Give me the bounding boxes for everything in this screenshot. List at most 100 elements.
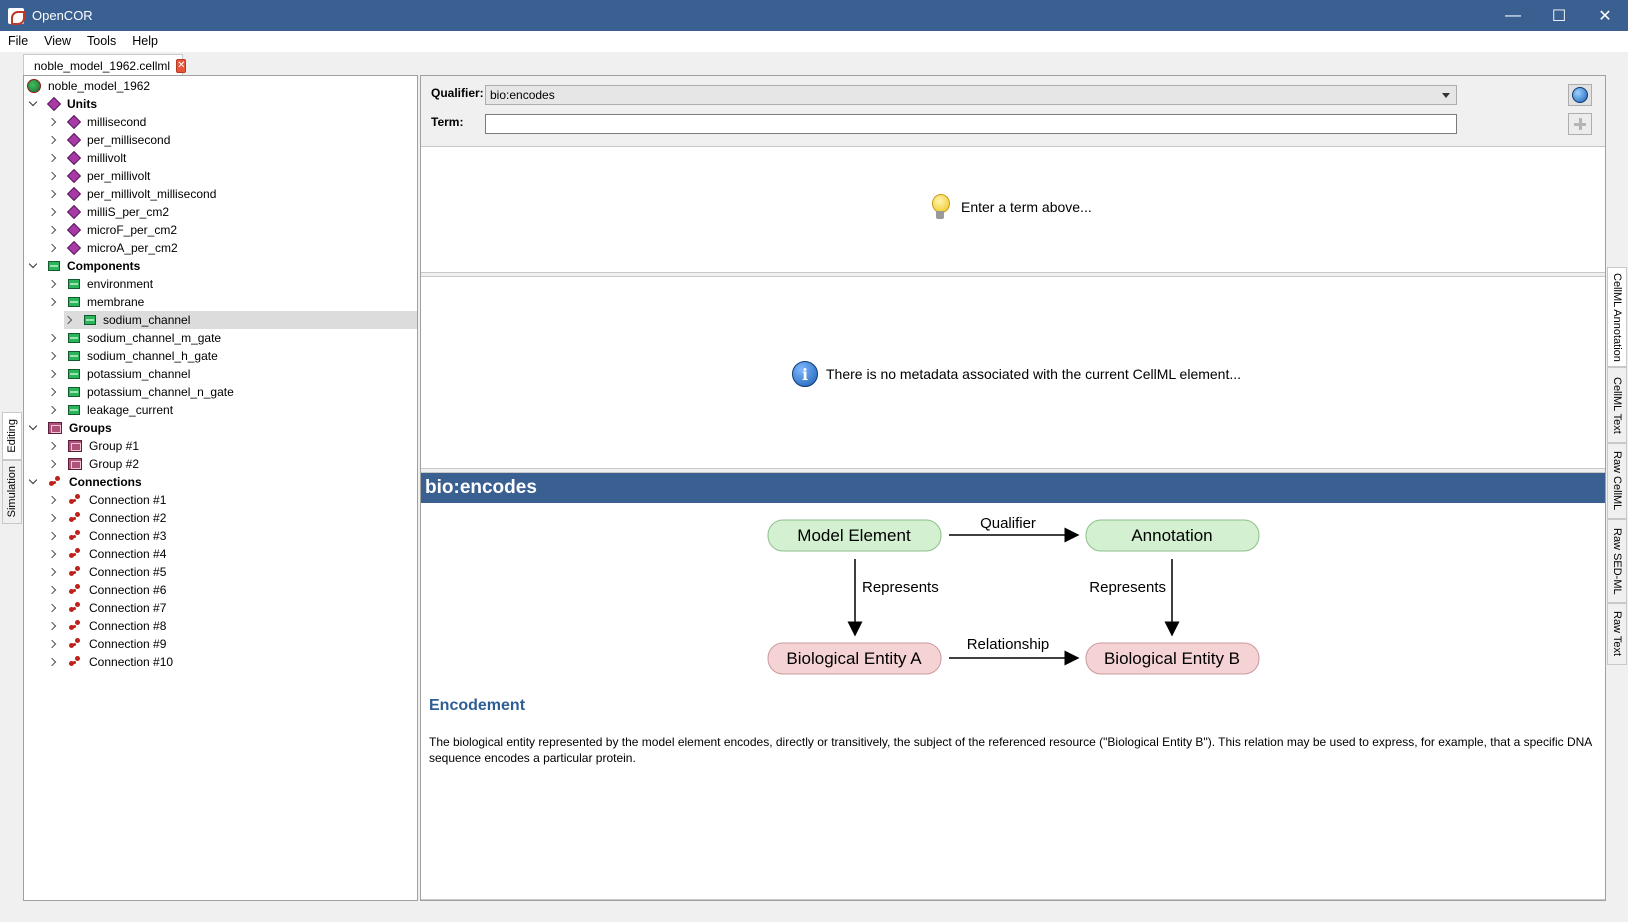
node-entity-b-label: Biological Entity B	[1104, 649, 1240, 668]
tree-item-connection[interactable]: Connection #10	[24, 653, 417, 671]
tree-item-label: Group #2	[89, 457, 140, 471]
chevron-right-icon[interactable]	[48, 153, 58, 163]
file-tab[interactable]: noble_model_1962.cellml ✕	[23, 54, 187, 76]
qualifier-select[interactable]: bio:encodes	[485, 85, 1457, 105]
menu-tools[interactable]: Tools	[79, 31, 124, 52]
tree-root-model[interactable]: noble_model_1962	[24, 77, 417, 95]
tree-section-connections[interactable]: Connections	[24, 473, 417, 491]
tab-simulation[interactable]: Simulation	[2, 460, 22, 524]
component-icon	[68, 297, 80, 307]
chevron-right-icon[interactable]	[48, 639, 58, 649]
tab-raw-text[interactable]: Raw Text	[1607, 603, 1627, 665]
tab-cellml-text[interactable]: CellML Text	[1607, 367, 1627, 443]
chevron-right-icon[interactable]	[48, 459, 58, 469]
lightbulb-icon	[931, 194, 950, 220]
menu-view[interactable]: View	[36, 31, 79, 52]
tree-item-label: per_millisecond	[87, 133, 171, 147]
tree-section-units[interactable]: Units	[24, 95, 417, 113]
chevron-right-icon[interactable]	[48, 351, 58, 361]
tree-item-unit[interactable]: millisecond	[24, 113, 417, 131]
term-hint: Enter a term above...	[931, 194, 1092, 220]
tab-raw-sedml[interactable]: Raw SED-ML	[1607, 519, 1627, 603]
chevron-right-icon[interactable]	[48, 171, 58, 181]
chevron-right-icon[interactable]	[48, 297, 58, 307]
chevron-right-icon[interactable]	[48, 117, 58, 127]
chevron-right-icon[interactable]	[48, 135, 58, 145]
group-icon	[68, 440, 82, 452]
tree-item-component[interactable]: potassium_channel_n_gate	[24, 383, 417, 401]
tree-item-connection[interactable]: Connection #5	[24, 563, 417, 581]
chevron-down-icon[interactable]	[28, 261, 38, 271]
tree-item-component[interactable]: sodium_channel_h_gate	[24, 347, 417, 365]
chevron-right-icon[interactable]	[48, 585, 58, 595]
close-button[interactable]: ✕	[1582, 0, 1628, 31]
tree-item-connection[interactable]: Connection #8	[24, 617, 417, 635]
tree-item-connection[interactable]: Connection #1	[24, 491, 417, 509]
tree-item-label: microF_per_cm2	[87, 223, 178, 237]
chevron-right-icon[interactable]	[48, 207, 58, 217]
chevron-right-icon[interactable]	[48, 621, 58, 631]
menu-help[interactable]: Help	[124, 31, 166, 52]
menu-file[interactable]: File	[0, 31, 36, 52]
tree-item-group[interactable]: Group #2	[24, 455, 417, 473]
chevron-right-icon[interactable]	[48, 405, 58, 415]
chevron-right-icon[interactable]	[48, 279, 58, 289]
tree-item-component[interactable]: potassium_channel	[24, 365, 417, 383]
tab-cellml-annotation[interactable]: CellML Annotation	[1607, 267, 1627, 367]
tree-item-connection[interactable]: Connection #2	[24, 509, 417, 527]
tree-item-connection[interactable]: Connection #7	[24, 599, 417, 617]
chevron-down-icon[interactable]	[28, 99, 38, 109]
chevron-right-icon[interactable]	[48, 333, 58, 343]
close-tab-icon[interactable]: ✕	[176, 58, 187, 73]
chevron-right-icon[interactable]	[48, 387, 58, 397]
chevron-down-icon[interactable]	[28, 423, 38, 433]
term-input[interactable]	[485, 114, 1457, 134]
chevron-right-icon[interactable]	[48, 369, 58, 379]
tree-item-unit[interactable]: per_millivolt	[24, 167, 417, 185]
add-term-button[interactable]	[1568, 113, 1592, 135]
tree-section-components[interactable]: Components	[24, 257, 417, 275]
tree-item-unit[interactable]: microF_per_cm2	[24, 221, 417, 239]
tree-section-groups[interactable]: Groups	[24, 419, 417, 437]
chevron-right-icon[interactable]	[48, 603, 58, 613]
chevron-right-icon[interactable]	[48, 225, 58, 235]
chevron-right-icon[interactable]	[48, 549, 58, 559]
tree-item-label: Connection #1	[89, 493, 167, 507]
view-mode-tabs: CellML Annotation CellML Text Raw CellML…	[1607, 267, 1627, 665]
tree-item-connection[interactable]: Connection #3	[24, 527, 417, 545]
cellml-tree[interactable]: noble_model_1962 Units millisecond per_mill…	[23, 75, 418, 901]
chevron-right-icon[interactable]	[48, 657, 58, 667]
tree-item-unit[interactable]: millivolt	[24, 149, 417, 167]
chevron-right-icon[interactable]	[48, 567, 58, 577]
tree-item-component[interactable]: sodium_channel	[64, 311, 417, 329]
tree-item-component[interactable]: membrane	[24, 293, 417, 311]
connection-icon	[68, 601, 82, 615]
tree-item-unit[interactable]: milliS_per_cm2	[24, 203, 417, 221]
chevron-right-icon[interactable]	[48, 495, 58, 505]
tree-item-connection[interactable]: Connection #9	[24, 635, 417, 653]
tree-item-group[interactable]: Group #1	[24, 437, 417, 455]
tree-item-unit[interactable]: per_millivolt_millisecond	[24, 185, 417, 203]
tree-item-component[interactable]: environment	[24, 275, 417, 293]
chevron-down-icon	[1442, 93, 1450, 98]
chevron-right-icon[interactable]	[48, 189, 58, 199]
maximize-button[interactable]: ☐	[1536, 0, 1582, 31]
tree-item-connection[interactable]: Connection #4	[24, 545, 417, 563]
minimize-button[interactable]: —	[1490, 0, 1536, 31]
tree-item-connection[interactable]: Connection #6	[24, 581, 417, 599]
tab-editing[interactable]: Editing	[2, 412, 22, 460]
tree-item-unit[interactable]: microA_per_cm2	[24, 239, 417, 257]
chevron-right-icon[interactable]	[48, 441, 58, 451]
chevron-right-icon[interactable]	[48, 531, 58, 541]
tab-raw-cellml[interactable]: Raw CellML	[1607, 443, 1627, 519]
node-model-element-label: Model Element	[797, 526, 911, 545]
chevron-right-icon[interactable]	[48, 513, 58, 523]
tree-item-component[interactable]: sodium_channel_m_gate	[24, 329, 417, 347]
chevron-right-icon[interactable]	[64, 315, 74, 325]
chevron-right-icon[interactable]	[48, 243, 58, 253]
tree-item-unit[interactable]: per_millisecond	[24, 131, 417, 149]
tree-item-component[interactable]: leakage_current	[24, 401, 417, 419]
chevron-down-icon[interactable]	[28, 477, 38, 487]
qualifier-info-button[interactable]	[1568, 84, 1592, 106]
connection-icon	[68, 565, 82, 579]
